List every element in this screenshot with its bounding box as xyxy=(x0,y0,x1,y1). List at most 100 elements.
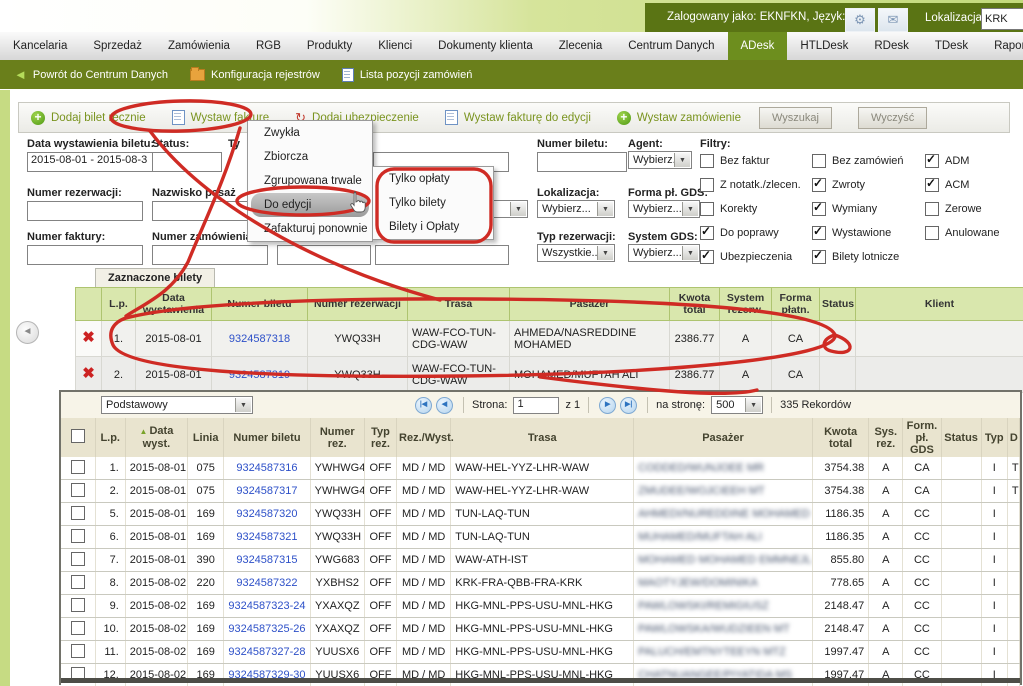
invoice-number-input[interactable] xyxy=(27,245,143,265)
select-all-checkbox[interactable] xyxy=(71,429,85,443)
filter-checkbox-do-poprawy[interactable]: Do poprawy xyxy=(700,226,779,240)
row-checkbox[interactable] xyxy=(71,598,85,612)
checkbox-unchecked[interactable] xyxy=(700,202,714,216)
per-page-select[interactable]: 500▼ xyxy=(711,396,763,414)
filter-checkbox-bez-faktur[interactable]: Bez faktur xyxy=(700,154,770,168)
tab-adesk[interactable]: ADesk xyxy=(728,32,788,60)
remove-ticket-button[interactable]: ✖ xyxy=(82,329,95,346)
toolbar-item-powr-t-do-centrum-danych[interactable]: ◄Powrót do Centrum Danych xyxy=(14,69,168,81)
filter-checkbox-zwroty[interactable]: Zwroty xyxy=(812,178,865,192)
prev-page-button[interactable]: ◀ xyxy=(436,397,453,414)
reservation-number-input[interactable] xyxy=(27,201,143,221)
checkbox-unchecked[interactable] xyxy=(925,226,939,240)
tab-tdesk[interactable]: TDesk xyxy=(922,32,981,60)
page-input[interactable]: 1 xyxy=(513,397,559,414)
filter-checkbox-acm[interactable]: ACM xyxy=(925,178,969,192)
row-checkbox[interactable] xyxy=(71,575,85,589)
menu-item-do-edycji[interactable]: Do edycji xyxy=(251,193,369,217)
submenu-item-tylko-op-aty[interactable]: Tylko opłaty xyxy=(373,167,493,191)
tab-centrum-danych[interactable]: Centrum Danych xyxy=(615,32,727,60)
bottom-scroll-strip[interactable] xyxy=(61,678,1020,683)
status-input[interactable] xyxy=(152,152,222,172)
settings-button[interactable]: ⚙ xyxy=(845,8,875,32)
row-checkbox[interactable] xyxy=(71,529,85,543)
tab-zlecenia[interactable]: Zlecenia xyxy=(546,32,615,60)
row-checkbox[interactable] xyxy=(71,506,85,520)
checkbox-checked[interactable] xyxy=(700,226,714,240)
tab-htldesk[interactable]: HTLDesk xyxy=(787,32,861,60)
toolbar-item-lista-pozycji-zam-wie[interactable]: Lista pozycji zamówień xyxy=(342,68,473,82)
row-checkbox[interactable] xyxy=(71,552,85,566)
row-checkbox[interactable] xyxy=(71,460,85,474)
next-page-button[interactable]: ▶ xyxy=(599,397,616,414)
first-page-button[interactable]: |◀ xyxy=(415,397,432,414)
tab-rgb[interactable]: RGB xyxy=(243,32,294,60)
checkbox-checked[interactable] xyxy=(812,202,826,216)
ticket-number-link[interactable]: 9324587327-28 xyxy=(228,646,305,658)
submenu-item-bilety-i-op-aty[interactable]: Bilety i Opłaty xyxy=(373,215,493,239)
order-number-input[interactable] xyxy=(152,245,268,265)
extra-wide-input[interactable] xyxy=(375,245,509,265)
checkbox-checked[interactable] xyxy=(700,250,714,264)
tab-dokumenty-klienta[interactable]: Dokumenty klienta xyxy=(425,32,546,60)
filter-checkbox-bez-zam-wie[interactable]: Bez zamówień xyxy=(812,154,904,168)
system-gds-select[interactable]: Wybierz...▼ xyxy=(628,244,700,262)
filter-checkbox-bilety-lotnicze[interactable]: Bilety lotnicze xyxy=(812,250,899,264)
collapse-panel-button[interactable]: ◄ xyxy=(16,321,39,344)
checkbox-checked[interactable] xyxy=(925,178,939,192)
ticket-number-link[interactable]: 9324587322 xyxy=(236,577,297,589)
last-page-button[interactable]: ▶| xyxy=(620,397,637,414)
location-input[interactable]: KRK xyxy=(981,8,1023,30)
checkbox-checked[interactable] xyxy=(925,154,939,168)
filter-checkbox-korekty[interactable]: Korekty xyxy=(700,202,757,216)
tab-produkty[interactable]: Produkty xyxy=(294,32,365,60)
tab-sprzeda[interactable]: Sprzedaż xyxy=(80,32,155,60)
tab-rdesk[interactable]: RDesk xyxy=(861,32,922,60)
remove-ticket-button[interactable]: ✖ xyxy=(82,365,95,382)
payment-form-gds-select[interactable]: Wybierz...▼ xyxy=(628,200,700,218)
location-select[interactable]: Wybierz...▼ xyxy=(537,200,615,218)
action-wystaw-faktur-do-edycji[interactable]: Wystaw fakturę do edycji xyxy=(445,110,591,125)
ticket-number-link[interactable]: 9324587323-24 xyxy=(228,600,305,612)
checkbox-unchecked[interactable] xyxy=(925,202,939,216)
toolbar-item-konfiguracja-rejestr-w[interactable]: Konfiguracja rejestrów xyxy=(190,69,320,81)
ticket-number-link[interactable]: 9324587319 xyxy=(229,369,290,381)
messages-button[interactable]: ✉ xyxy=(878,8,908,32)
tab-zam-wienia[interactable]: Zamówienia xyxy=(155,32,243,60)
ticket-number-link[interactable]: 9324587315 xyxy=(236,554,297,566)
date-range-input[interactable]: 2015-08-01 - 2015-08-3 xyxy=(27,152,153,172)
clear-button[interactable]: Wyczyść xyxy=(858,107,927,129)
action-wystaw-zam-wienie[interactable]: +Wystaw zamówienie xyxy=(617,111,741,125)
view-select[interactable]: Podstawowy▼ xyxy=(101,396,253,414)
filter-checkbox-ubezpieczenia[interactable]: Ubezpieczenia xyxy=(700,250,792,264)
selected-tickets-tab[interactable]: Zaznaczone bilety xyxy=(95,268,215,288)
filter-checkbox-adm[interactable]: ADM xyxy=(925,154,969,168)
action-dodaj-bilet-r-cznie[interactable]: +Dodaj bilet ręcznie xyxy=(31,111,146,125)
menu-item-zgrupowana-trwale[interactable]: Zgrupowana trwale xyxy=(248,169,372,193)
extra-field-rg-input[interactable] xyxy=(277,245,371,265)
checkbox-checked[interactable] xyxy=(812,178,826,192)
menu-item-zbiorcza[interactable]: Zbiorcza xyxy=(248,145,372,169)
filter-checkbox-anulowane[interactable]: Anulowane xyxy=(925,226,999,240)
checkbox-unchecked[interactable] xyxy=(700,154,714,168)
filter-checkbox-wystawione[interactable]: Wystawione xyxy=(812,226,891,240)
filter-checkbox-z-notatk-zlecen[interactable]: Z notatk./zlecen. xyxy=(700,178,801,192)
row-checkbox[interactable] xyxy=(71,621,85,635)
checkbox-unchecked[interactable] xyxy=(700,178,714,192)
menu-item-zwyk-a[interactable]: Zwykła xyxy=(248,121,372,145)
search-button[interactable]: Wyszukaj xyxy=(759,107,832,129)
ticket-number-link[interactable]: 9324587320 xyxy=(236,508,297,520)
submenu-item-tylko-bilety[interactable]: Tylko bilety xyxy=(373,191,493,215)
checkbox-checked[interactable] xyxy=(812,226,826,240)
ticket-number-link[interactable]: 9324587317 xyxy=(236,485,297,497)
filter-checkbox-zerowe[interactable]: Zerowe xyxy=(925,202,982,216)
checkbox-unchecked[interactable] xyxy=(812,154,826,168)
ticket-number-link[interactable]: 9324587316 xyxy=(236,462,297,474)
row-checkbox[interactable] xyxy=(71,483,85,497)
filter-checkbox-wymiany[interactable]: Wymiany xyxy=(812,202,877,216)
ticket-number-input[interactable] xyxy=(537,152,627,172)
reservation-type-select[interactable]: Wszystkie...▼ xyxy=(537,244,615,262)
row-checkbox[interactable] xyxy=(71,644,85,658)
tab-klienci[interactable]: Klienci xyxy=(365,32,425,60)
agent-select[interactable]: Wybierz...▼ xyxy=(628,151,692,169)
